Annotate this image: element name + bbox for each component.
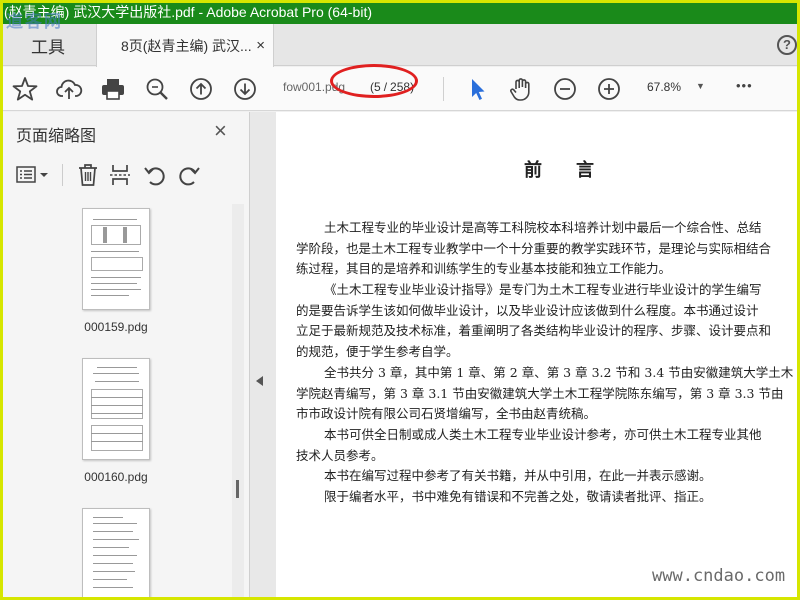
thumbnail-label: 000159.pdg <box>84 320 148 334</box>
more-icon[interactable]: ••• <box>736 78 753 93</box>
collapse-arrow-icon[interactable] <box>256 376 263 386</box>
panel-collapse-handle[interactable] <box>250 112 270 600</box>
document-view[interactable]: 前言 土木工程专业的毕业设计是高等工科院校本科培养计划中最后一个综合性、总结学阶… <box>270 112 800 600</box>
rotate-left-icon[interactable] <box>142 162 168 188</box>
thumbnail-label: 000160.pdg <box>84 470 148 484</box>
thumbnail-image <box>82 508 150 600</box>
tab-document-label: 8页(赵青主编) 武汉... <box>121 37 252 54</box>
close-tab-icon[interactable]: × <box>256 37 265 54</box>
body-line: 立足于最新规范及技术标准，着重阐明了各类结构毕业设计的程序、步骤、设计要点和 <box>296 323 772 339</box>
tab-bar: 工具 8页(赵青主编) 武汉... × ? <box>0 24 800 67</box>
document-page: 前言 土木工程专业的毕业设计是高等工科院校本科培养计划中最后一个综合性、总结学阶… <box>276 112 800 600</box>
rotate-right-icon[interactable] <box>176 162 202 188</box>
page-thumbnail[interactable]: 000160.pdg <box>82 358 150 484</box>
page-body: 土木工程专业的毕业设计是高等工科院校本科培养计划中最后一个综合性、总结学阶段，也… <box>296 218 800 508</box>
body-line: 《土木工程专业毕业设计指导》是专门为土木工程专业进行毕业设计的学生编写 <box>324 282 762 298</box>
page-down-icon[interactable] <box>231 75 259 103</box>
body-line: 学阶段，也是土木工程专业教学中一个十分重要的教学实践环节，是理论与实际相结合 <box>296 240 772 256</box>
panel-scrollbar[interactable] <box>232 204 244 600</box>
thumbnail-image <box>82 208 150 310</box>
thumbnail-image <box>82 358 150 460</box>
body-line: 限于编者水平，书中难免有错误和不完善之处，敬请读者批评、指正。 <box>324 488 712 504</box>
tab-document[interactable]: 8页(赵青主编) 武汉... × <box>96 24 274 67</box>
zoom-dropdown-icon[interactable]: ▼ <box>696 81 705 91</box>
select-cursor-icon[interactable] <box>463 75 491 103</box>
body-line: 市市政设计院有限公司石贤增编写，全书由赵青统稿。 <box>296 406 597 422</box>
body-line: 的规范，便于学生参考自学。 <box>296 344 459 360</box>
body-line: 的是要告诉学生该如何做毕业设计，以及毕业设计应该做到什么程度。本书通过设计 <box>296 302 759 318</box>
close-panel-icon[interactable]: × <box>214 118 227 144</box>
annotation-circle <box>330 64 418 98</box>
page-thumbnail[interactable] <box>82 508 150 600</box>
zoom-level-field[interactable]: 67.8% <box>647 80 681 94</box>
search-icon[interactable] <box>143 75 171 103</box>
body-line: 技术人员参考。 <box>296 447 384 463</box>
watermark-logo: 道客网 <box>6 12 63 31</box>
panel-toolbar-divider <box>62 164 63 186</box>
body-line: 土木工程专业的毕业设计是高等工科院校本科培养计划中最后一个综合性、总结 <box>324 220 762 235</box>
help-icon[interactable]: ? <box>777 35 797 55</box>
panel-toolbar <box>0 156 250 196</box>
print-icon[interactable] <box>99 75 127 103</box>
panel-title: 页面缩略图 <box>16 128 97 145</box>
body-line: 练过程，其目的是培养和训练学生的专业基本技能和独立工作能力。 <box>296 261 672 277</box>
window-title: (赵青主编) 武汉大学出版社.pdf - Adobe Acrobat Pro (… <box>0 0 800 24</box>
cloud-upload-icon[interactable] <box>55 75 83 103</box>
scrollbar-thumb[interactable] <box>236 480 239 498</box>
page-up-icon[interactable] <box>187 75 215 103</box>
body-line: 全书共分 3 章，其中第 1 章、第 2 章、第 3 章 3.2 节和 3.4 … <box>324 364 794 380</box>
zoom-out-icon[interactable] <box>551 75 579 103</box>
thumbnail-options-icon[interactable] <box>16 162 52 188</box>
watermark-url: www.cndao.com <box>652 566 786 586</box>
toolbar-divider <box>443 77 444 101</box>
delete-page-icon[interactable] <box>75 162 101 188</box>
body-line: 学院赵青编写，第 3 章 3.1 节由安徽建筑大学土木工程学院陈东编写，第 3 … <box>296 385 784 401</box>
page-heading: 前言 <box>524 160 628 181</box>
zoom-in-icon[interactable] <box>595 75 623 103</box>
star-icon[interactable] <box>11 75 39 103</box>
body-line: 本书在编写过程中参考了有关书籍，并从中引用，在此一并表示感谢。 <box>324 468 712 484</box>
thumbnails-panel: 页面缩略图 × 000159.pdg 000160.pdg <box>0 112 250 600</box>
extract-page-icon[interactable] <box>107 162 133 188</box>
body-line: 本书可供全日制或成人类土木工程专业毕业设计参考，亦可供土木工程专业其他 <box>324 426 762 442</box>
page-thumbnail[interactable]: 000159.pdg <box>82 208 150 334</box>
hand-icon[interactable] <box>507 75 535 103</box>
